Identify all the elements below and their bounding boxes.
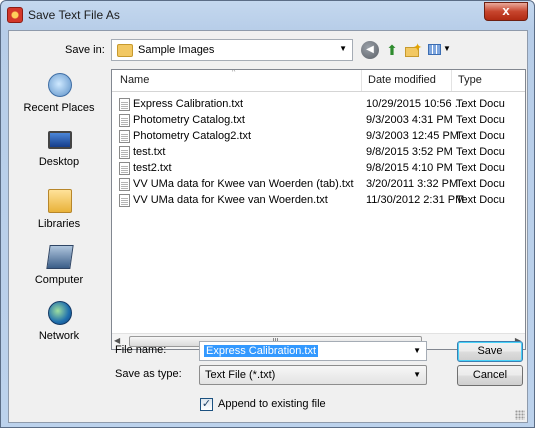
- file-name: test2.txt: [133, 162, 172, 174]
- back-icon[interactable]: ◀: [361, 41, 379, 59]
- place-label: Libraries: [37, 218, 81, 230]
- file-name: Express Calibration.txt: [133, 98, 244, 110]
- file-type: Text Docu: [456, 178, 505, 190]
- save-in-dropdown[interactable]: Sample Images ▼: [111, 39, 353, 61]
- file-row[interactable]: test.txt 9/8/2015 3:52 PM Text Docu: [112, 145, 525, 161]
- file-name: Photometry Catalog.txt: [133, 114, 245, 126]
- file-type: Text Docu: [456, 162, 505, 174]
- file-type: Text Docu: [456, 194, 505, 206]
- column-header-type[interactable]: Type: [458, 74, 482, 86]
- text-file-icon: [119, 130, 130, 143]
- text-file-icon: [119, 178, 130, 191]
- file-date: 11/30/2012 2:31 PM: [366, 194, 465, 206]
- file-type: Text Docu: [456, 114, 505, 126]
- libraries-icon: [48, 189, 72, 213]
- text-file-icon: [119, 114, 130, 127]
- file-name-input[interactable]: Express Calibration.txt ▼: [199, 341, 427, 361]
- close-button[interactable]: x: [484, 2, 528, 21]
- place-label: Recent Places: [23, 102, 95, 114]
- window-title: Save Text File As: [28, 8, 120, 22]
- file-list[interactable]: Name ^ Date modified Type Express Calibr…: [111, 69, 526, 350]
- file-name-label: File name:: [115, 344, 167, 356]
- save-dialog-window: Save Text File As x Save in: Sample Imag…: [0, 0, 535, 428]
- close-icon: x: [502, 3, 510, 18]
- place-network[interactable]: Network: [9, 301, 109, 353]
- column-header-row: Name ^ Date modified Type: [112, 70, 525, 92]
- save-in-value: Sample Images: [138, 44, 215, 56]
- title-bar[interactable]: Save Text File As x: [1, 1, 534, 29]
- file-type: Text Docu: [456, 130, 505, 142]
- text-file-icon: [119, 162, 130, 175]
- recent-places-icon: [48, 73, 72, 97]
- file-date: 10/29/2015 10:56 ...: [366, 98, 464, 110]
- new-folder-icon[interactable]: ✦: [403, 41, 423, 59]
- file-date: 3/20/2011 3:32 PM: [366, 178, 459, 190]
- chevron-down-icon[interactable]: ▼: [413, 346, 421, 355]
- place-label: Computer: [34, 274, 84, 286]
- sort-ascending-icon: ^: [232, 69, 236, 76]
- file-row[interactable]: test2.txt 9/8/2015 4:10 PM Text Docu: [112, 161, 525, 177]
- place-label: Desktop: [38, 156, 80, 168]
- append-checkbox[interactable]: ✓: [200, 398, 213, 411]
- cancel-button[interactable]: Cancel: [457, 365, 523, 386]
- file-row[interactable]: Photometry Catalog2.txt 9/3/2003 12:45 P…: [112, 129, 525, 145]
- file-name: VV UMa data for Kwee van Woerden (tab).t…: [133, 178, 354, 190]
- folder-icon: [117, 44, 133, 57]
- file-date: 9/8/2015 3:52 PM: [366, 146, 453, 158]
- column-divider[interactable]: [361, 70, 362, 91]
- file-row[interactable]: Photometry Catalog.txt 9/3/2003 4:31 PM …: [112, 113, 525, 129]
- save-button[interactable]: Save: [457, 341, 523, 362]
- save-as-type-dropdown[interactable]: Text File (*.txt) ▼: [199, 365, 427, 385]
- network-icon: [48, 301, 72, 325]
- place-libraries[interactable]: Libraries: [9, 189, 109, 241]
- place-recent-places[interactable]: Recent Places: [9, 73, 109, 125]
- resize-grip-icon[interactable]: [515, 410, 525, 420]
- save-as-type-value: Text File (*.txt): [205, 369, 276, 381]
- append-checkbox-label[interactable]: Append to existing file: [218, 398, 326, 410]
- column-header-date-modified[interactable]: Date modified: [368, 74, 436, 86]
- file-row[interactable]: VV UMa data for Kwee van Woerden (tab).t…: [112, 177, 525, 193]
- chevron-down-icon: ▼: [339, 44, 347, 53]
- file-row[interactable]: Express Calibration.txt 10/29/2015 10:56…: [112, 97, 525, 113]
- desktop-icon: [48, 131, 72, 149]
- column-divider[interactable]: [451, 70, 452, 91]
- file-type: Text Docu: [456, 98, 505, 110]
- column-header-name[interactable]: Name: [120, 74, 149, 86]
- computer-icon: [46, 245, 74, 269]
- app-icon: [7, 7, 23, 23]
- file-name: VV UMa data for Kwee van Woerden.txt: [133, 194, 328, 206]
- text-file-icon: [119, 194, 130, 207]
- places-bar: Recent Places Desktop Libraries Computer…: [9, 69, 109, 369]
- place-label: Network: [38, 330, 80, 342]
- save-in-label: Save in:: [65, 44, 105, 56]
- file-name: Photometry Catalog2.txt: [133, 130, 252, 142]
- up-folder-icon[interactable]: ⬆: [383, 41, 401, 59]
- file-name-value: Express Calibration.txt: [204, 345, 319, 357]
- dialog-client-area: Save in: Sample Images ▼ ◀ ⬆ ✦ ▼ Recent …: [8, 30, 528, 423]
- place-computer[interactable]: Computer: [9, 245, 109, 297]
- file-date: 9/3/2003 12:45 PM: [366, 130, 459, 142]
- file-date: 9/3/2003 4:31 PM: [366, 114, 453, 126]
- text-file-icon: [119, 98, 130, 111]
- file-type: Text Docu: [456, 146, 505, 158]
- file-name: test.txt: [133, 146, 166, 158]
- place-desktop[interactable]: Desktop: [9, 127, 109, 179]
- chevron-down-icon: ▼: [413, 370, 421, 379]
- file-date: 9/8/2015 4:10 PM: [366, 162, 453, 174]
- file-row[interactable]: VV UMa data for Kwee van Woerden.txt 11/…: [112, 193, 525, 209]
- views-menu-icon[interactable]: ▼: [427, 41, 451, 59]
- save-as-type-label: Save as type:: [115, 368, 182, 380]
- text-file-icon: [119, 146, 130, 159]
